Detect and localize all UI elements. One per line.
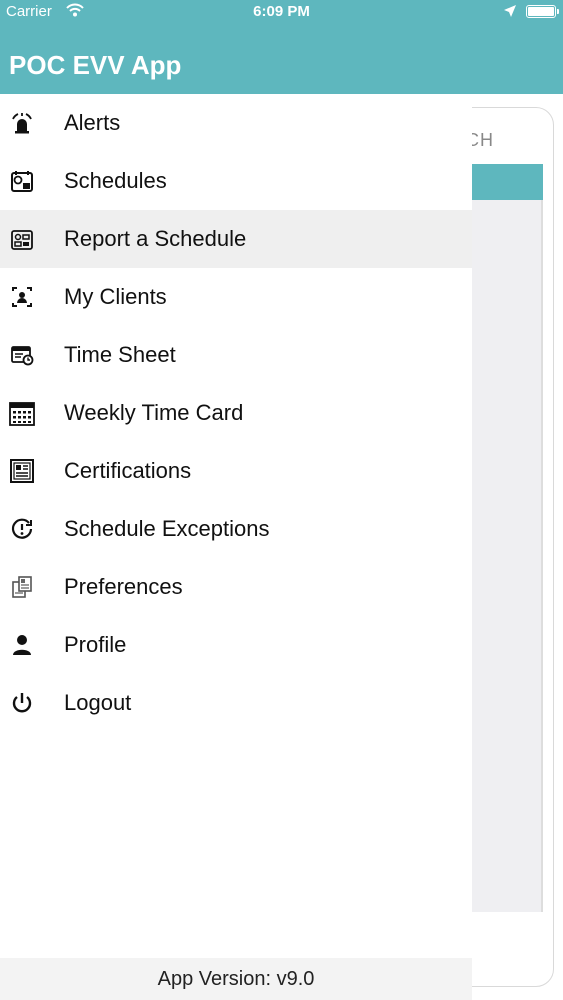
- menu-label-schedules: Schedules: [64, 168, 167, 193]
- preferences-icon: [9, 574, 35, 600]
- menu-item-alerts[interactable]: Alerts: [0, 94, 472, 152]
- menu-label-certifications: Certifications: [64, 458, 192, 483]
- background-header-bar: [470, 164, 543, 200]
- menu-label-profile: Profile: [64, 632, 127, 657]
- location-arrow-icon: [503, 4, 517, 23]
- report-schedule-icon: [9, 226, 35, 252]
- power-icon: [9, 690, 35, 716]
- battery-icon: [526, 5, 559, 18]
- menu-item-profile[interactable]: Profile: [0, 616, 472, 674]
- person-icon: [9, 632, 35, 658]
- menu-item-report-a-schedule[interactable]: Report a Schedule: [0, 210, 472, 268]
- alarm-icon: [9, 110, 35, 136]
- menu-label-time-sheet: Time Sheet: [64, 342, 176, 367]
- menu-item-preferences[interactable]: Preferences: [0, 558, 472, 616]
- app-title: POC EVV App: [9, 50, 182, 80]
- app-header: POC EVV App: [0, 24, 563, 94]
- exception-icon: [9, 516, 35, 542]
- status-bar: Carrier 6:09 PM: [0, 0, 563, 24]
- clock-time: 6:09 PM: [253, 3, 310, 20]
- background-list-area: [470, 200, 543, 912]
- menu-item-schedule-exceptions[interactable]: Schedule Exceptions: [0, 500, 472, 558]
- menu-item-time-sheet[interactable]: Time Sheet: [0, 326, 472, 384]
- certificate-icon: [9, 458, 35, 484]
- menu-item-logout[interactable]: Logout: [0, 674, 472, 732]
- menu-item-certifications[interactable]: Certifications: [0, 442, 472, 500]
- navigation-drawer: Alerts Schedules Report a Schedule My Cl…: [0, 94, 472, 1000]
- timesheet-icon: [9, 342, 35, 368]
- menu-label-alerts: Alerts: [64, 110, 121, 135]
- menu-label-report-a-schedule: Report a Schedule: [64, 226, 247, 251]
- menu-label-logout: Logout: [64, 690, 132, 715]
- menu-item-schedules[interactable]: Schedules: [0, 152, 472, 210]
- schedule-icon: [9, 168, 35, 194]
- menu-item-my-clients[interactable]: My Clients: [0, 268, 472, 326]
- menu-label-weekly-time-card: Weekly Time Card: [64, 400, 244, 425]
- app-version-footer: App Version: v9.0: [0, 958, 472, 1000]
- menu-label-my-clients: My Clients: [64, 284, 167, 309]
- menu-label-preferences: Preferences: [64, 574, 183, 599]
- menu-item-weekly-time-card[interactable]: Weekly Time Card: [0, 384, 472, 442]
- calendar-icon: [9, 400, 35, 426]
- clients-icon: [9, 284, 35, 310]
- menu-label-schedule-exceptions: Schedule Exceptions: [64, 516, 270, 541]
